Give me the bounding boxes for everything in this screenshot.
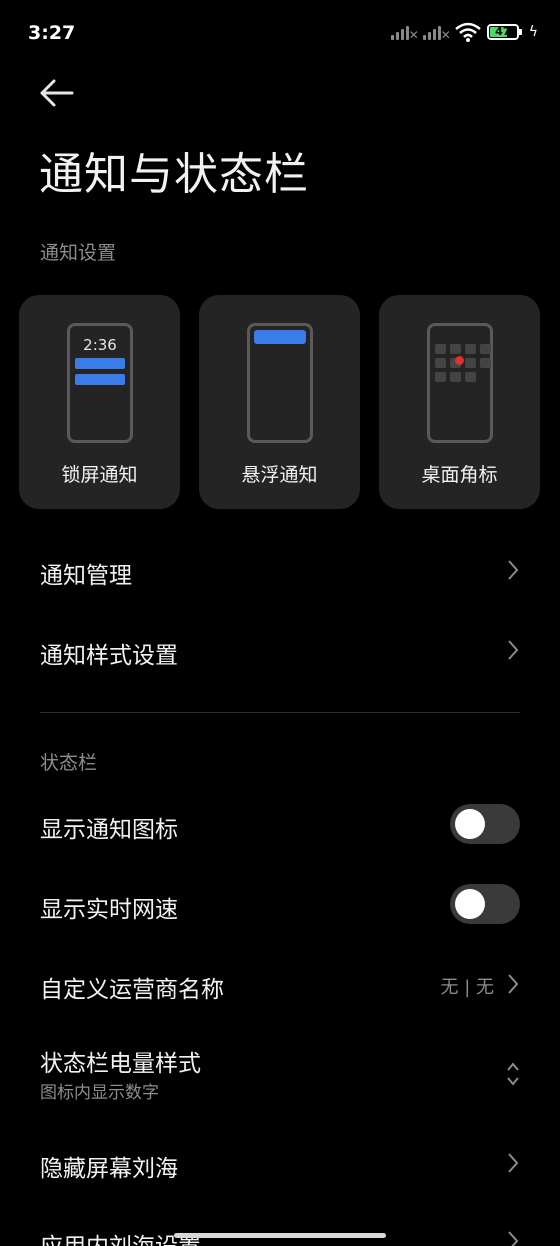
row-label: 隐藏屏幕刘海 bbox=[40, 1156, 178, 1182]
show-notification-icons-row[interactable]: 显示通知图标 bbox=[0, 784, 560, 864]
status-icons: ✕ ✕ 47 ϟ bbox=[390, 22, 538, 42]
expand-updown-icon bbox=[507, 1062, 519, 1086]
in-app-notch-row[interactable]: 应用内刘海设置 bbox=[0, 1203, 560, 1246]
carrier-name-row[interactable]: 自定义运营商名称 无 | 无 bbox=[0, 944, 560, 1024]
row-label: 显示实时网速 bbox=[40, 897, 178, 923]
row-label: 状态栏电量样式 bbox=[40, 1051, 201, 1077]
signal-1-icon: ✕ bbox=[390, 22, 419, 42]
back-arrow-icon[interactable] bbox=[38, 78, 74, 108]
app-badge-card[interactable]: 桌面角标 bbox=[379, 295, 540, 509]
statusbar-section-header: 状态栏 bbox=[40, 752, 98, 774]
page-title: 通知与状态栏 bbox=[39, 149, 309, 200]
show-network-speed-toggle[interactable] bbox=[450, 884, 520, 924]
section-divider bbox=[40, 712, 520, 713]
notification-style-cards: 2:36 锁屏通知 悬浮通知 桌面角标 bbox=[19, 295, 540, 509]
floating-notification-card[interactable]: 悬浮通知 bbox=[199, 295, 360, 509]
chevron-right-icon bbox=[508, 974, 519, 994]
row-sublabel: 图标内显示数字 bbox=[40, 1083, 159, 1103]
lockscreen-notification-card[interactable]: 2:36 锁屏通知 bbox=[19, 295, 180, 509]
status-bar: 3:27 ✕ ✕ 47 ϟ bbox=[0, 0, 560, 66]
card-label: 锁屏通知 bbox=[61, 464, 138, 486]
badge-dot bbox=[455, 356, 464, 365]
status-time: 3:27 bbox=[28, 22, 76, 44]
notification-management-row[interactable]: 通知管理 bbox=[0, 530, 560, 610]
row-label: 显示通知图标 bbox=[40, 817, 178, 843]
battery-icon: 47 bbox=[486, 24, 522, 40]
badge-preview-icon bbox=[427, 323, 493, 443]
row-label: 自定义运营商名称 bbox=[40, 977, 224, 1003]
notification-settings-header: 通知设置 bbox=[40, 242, 117, 264]
card-label: 悬浮通知 bbox=[241, 464, 318, 486]
charging-icon: ϟ bbox=[528, 24, 538, 40]
notification-style-row[interactable]: 通知样式设置 bbox=[0, 610, 560, 690]
show-notification-icons-toggle[interactable] bbox=[450, 804, 520, 844]
battery-level: 47 bbox=[495, 25, 511, 38]
floating-preview-icon bbox=[247, 323, 313, 443]
hide-notch-row[interactable]: 隐藏屏幕刘海 bbox=[0, 1123, 560, 1203]
row-label: 通知样式设置 bbox=[40, 643, 178, 669]
carrier-name-value: 无 | 无 bbox=[440, 977, 494, 998]
preview-clock: 2:36 bbox=[83, 336, 117, 354]
show-network-speed-row[interactable]: 显示实时网速 bbox=[0, 864, 560, 944]
lockscreen-preview-icon: 2:36 bbox=[67, 323, 133, 443]
card-label: 桌面角标 bbox=[421, 464, 498, 486]
chevron-right-icon bbox=[508, 1231, 519, 1246]
signal-2-icon: ✕ bbox=[422, 22, 451, 42]
chevron-right-icon bbox=[508, 1153, 519, 1173]
row-label: 通知管理 bbox=[40, 563, 132, 589]
chevron-right-icon bbox=[508, 640, 519, 660]
wifi-icon bbox=[454, 22, 481, 42]
home-indicator[interactable] bbox=[174, 1233, 386, 1238]
battery-style-row[interactable]: 状态栏电量样式 图标内显示数字 bbox=[0, 1030, 560, 1118]
chevron-right-icon bbox=[508, 560, 519, 580]
